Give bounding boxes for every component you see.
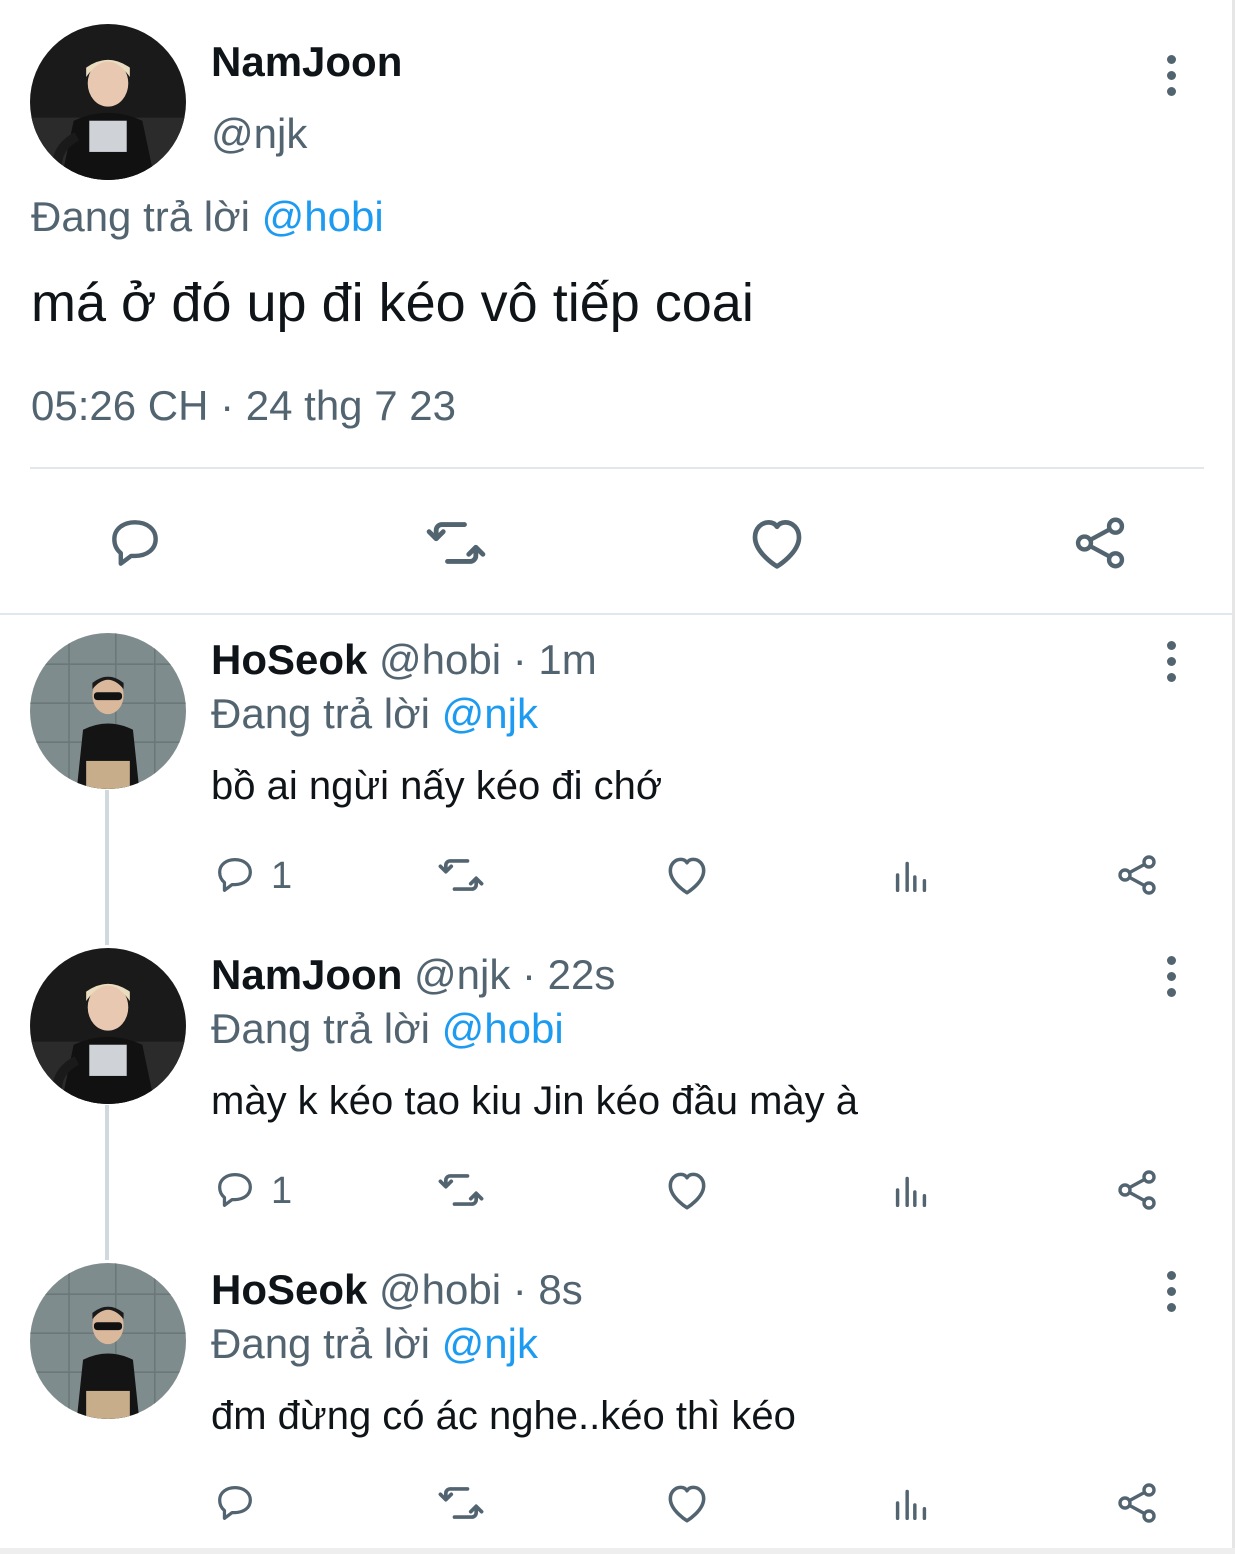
stats-button[interactable] — [886, 852, 936, 898]
share-button[interactable] — [1112, 1480, 1162, 1526]
replying-to: Đang trả lời @hobi — [31, 193, 384, 241]
avatar-hoseok[interactable] — [30, 633, 186, 789]
reply-author-handle[interactable]: @hobi — [379, 1266, 501, 1313]
replying-mention[interactable]: @hobi — [442, 1005, 564, 1052]
reply-button[interactable] — [210, 1167, 260, 1213]
section-divider — [0, 613, 1235, 615]
reply-icon — [104, 512, 166, 574]
more-options-icon[interactable] — [1151, 636, 1191, 686]
retweet-button[interactable] — [421, 508, 491, 578]
more-options-icon[interactable] — [1151, 1266, 1191, 1316]
stats-button[interactable] — [886, 1480, 936, 1526]
reply-author-name[interactable]: NamJoon — [211, 951, 402, 998]
reply-author-handle[interactable]: @njk — [414, 951, 510, 998]
replying-to: Đang trả lời @njk — [211, 690, 538, 738]
frame-edge — [0, 1548, 1235, 1554]
like-button[interactable] — [660, 1480, 714, 1526]
more-options-icon[interactable] — [1151, 50, 1191, 100]
reply-button[interactable] — [100, 508, 170, 578]
like-button[interactable] — [742, 508, 812, 578]
stats-icon — [888, 1167, 934, 1213]
replying-to: Đang trả lời @hobi — [211, 1005, 564, 1053]
like-button[interactable] — [660, 852, 714, 898]
replying-mention[interactable]: @njk — [442, 690, 538, 737]
retweet-icon — [435, 1477, 487, 1529]
retweet-button[interactable] — [434, 852, 488, 898]
replying-prefix: Đang trả lời — [211, 690, 430, 737]
reply-header: HoSeok @hobi · 1m — [211, 636, 597, 684]
author-name[interactable]: NamJoon — [211, 38, 402, 86]
thread-connector — [105, 790, 109, 945]
retweet-button[interactable] — [434, 1167, 488, 1213]
retweet-icon — [435, 1164, 487, 1216]
thread-connector — [105, 1105, 109, 1260]
stats-icon — [888, 852, 934, 898]
reply-header: NamJoon @njk · 22s — [211, 951, 615, 999]
replying-mention[interactable]: @njk — [442, 1320, 538, 1367]
reply-time[interactable]: · 22s — [522, 951, 615, 998]
share-button[interactable] — [1065, 508, 1135, 578]
reply-text: đm đừng có ác nghe..kéo thì kéo — [211, 1394, 796, 1438]
reply-icon — [212, 852, 258, 898]
reply-header: HoSeok @hobi · 8s — [211, 1266, 583, 1314]
reply-icon — [212, 1480, 258, 1526]
more-options-icon[interactable] — [1151, 951, 1191, 1001]
reply-button[interactable] — [210, 852, 260, 898]
share-icon — [1113, 851, 1161, 899]
share-button[interactable] — [1112, 1167, 1162, 1213]
avatar-namjoon[interactable] — [30, 948, 186, 1104]
reply-time[interactable]: · 1m — [513, 636, 597, 683]
reply-author-handle[interactable]: @hobi — [379, 636, 501, 683]
stats-icon — [888, 1480, 934, 1526]
reply-author-name[interactable]: HoSeok — [211, 1266, 367, 1313]
reply-text: bồ ai ngừi nấy kéo đi chớ — [211, 764, 663, 808]
share-icon — [1113, 1479, 1161, 1527]
reply-button[interactable] — [210, 1480, 260, 1526]
avatar-hoseok[interactable] — [30, 1263, 186, 1419]
retweet-icon — [435, 849, 487, 901]
like-icon — [662, 1478, 712, 1528]
like-button[interactable] — [660, 1167, 714, 1213]
replying-prefix: Đang trả lời — [211, 1005, 430, 1052]
stats-button[interactable] — [886, 1167, 936, 1213]
reply-time[interactable]: · 8s — [513, 1266, 583, 1313]
replying-mention[interactable]: @hobi — [262, 193, 384, 240]
reply-count: 1 — [271, 1170, 293, 1212]
reply-count: 1 — [271, 855, 293, 897]
retweet-icon — [422, 509, 490, 577]
reply-author-name[interactable]: HoSeok — [211, 636, 367, 683]
share-button[interactable] — [1112, 852, 1162, 898]
divider — [30, 467, 1204, 469]
like-icon — [744, 510, 810, 576]
author-handle[interactable]: @njk — [211, 110, 307, 158]
retweet-button[interactable] — [434, 1480, 488, 1526]
reply-icon — [212, 1167, 258, 1213]
avatar-namjoon[interactable] — [30, 24, 186, 180]
replying-prefix: Đang trả lời — [211, 1320, 430, 1367]
replying-prefix: Đang trả lời — [31, 193, 250, 240]
tweet-timestamp[interactable]: 05:26 CH · 24 thg 7 23 — [31, 382, 456, 430]
share-icon — [1113, 1166, 1161, 1214]
like-icon — [662, 1165, 712, 1215]
like-icon — [662, 850, 712, 900]
replying-to: Đang trả lời @njk — [211, 1320, 538, 1368]
reply-text: mày k kéo tao kiu Jin kéo đầu mày à — [211, 1079, 858, 1123]
share-icon — [1069, 512, 1131, 574]
tweet-text: má ở đó up đi kéo vô tiếp coai — [31, 273, 754, 333]
